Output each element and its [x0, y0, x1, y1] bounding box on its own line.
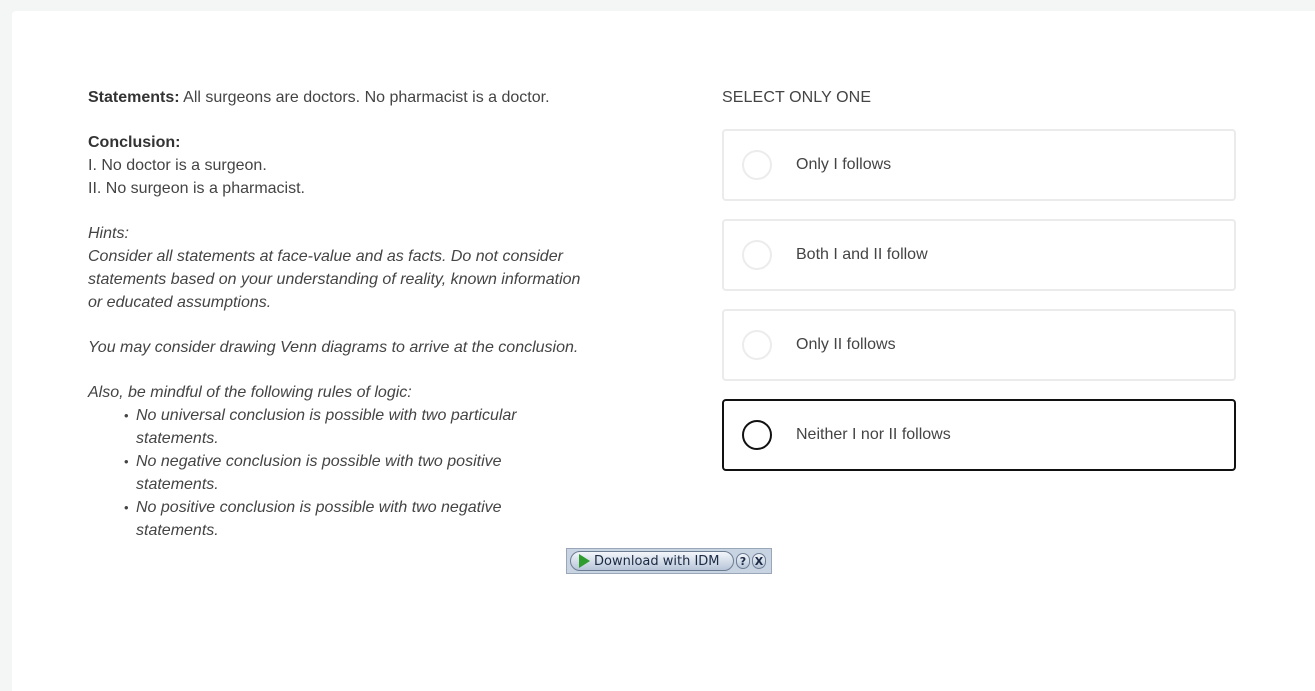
- answer-panel: SELECT ONLY ONE Only I follows Both I an…: [722, 86, 1236, 489]
- option-only-ii[interactable]: Only II follows: [722, 309, 1236, 381]
- rules-intro: Also, be mindful of the following rules …: [88, 384, 412, 401]
- idm-download-bar: Download with IDM ? X: [566, 548, 772, 574]
- close-icon[interactable]: X: [752, 553, 766, 569]
- help-icon[interactable]: ?: [736, 553, 750, 569]
- question-panel: Statements: All surgeons are doctors. No…: [88, 86, 588, 542]
- rule-item: No universal conclusion is possible with…: [124, 404, 588, 450]
- radio-icon[interactable]: [742, 330, 772, 360]
- statements-label: Statements:: [88, 89, 180, 106]
- conclusion-label: Conclusion:: [88, 134, 181, 151]
- rule-item: No negative conclusion is possible with …: [124, 450, 588, 496]
- select-only-one-label: SELECT ONLY ONE: [722, 89, 872, 106]
- statements: Statements: All surgeons are doctors. No…: [88, 86, 588, 109]
- option-label: Only I follows: [796, 156, 892, 173]
- play-icon: [579, 554, 590, 568]
- option-label: Both I and II follow: [796, 246, 928, 263]
- hints-label: Hints:: [88, 225, 129, 242]
- conclusion-1: I. No doctor is a surgeon.: [88, 157, 267, 174]
- option-label: Neither I nor II follows: [796, 426, 951, 443]
- idm-download-button[interactable]: Download with IDM: [570, 551, 734, 571]
- statements-text: All surgeons are doctors. No pharmacist …: [183, 89, 550, 106]
- option-both[interactable]: Both I and II follow: [722, 219, 1236, 291]
- radio-icon[interactable]: [742, 240, 772, 270]
- hints-text: Consider all statements at face-value an…: [88, 248, 581, 311]
- conclusion-2: II. No surgeon is a pharmacist.: [88, 180, 305, 197]
- option-label: Only II follows: [796, 336, 896, 353]
- rules-list: No universal conclusion is possible with…: [88, 404, 588, 542]
- rule-item: No positive conclusion is possible with …: [124, 496, 588, 542]
- option-only-i[interactable]: Only I follows: [722, 129, 1236, 201]
- radio-icon[interactable]: [742, 150, 772, 180]
- option-neither[interactable]: Neither I nor II follows: [722, 399, 1236, 471]
- radio-icon[interactable]: [742, 420, 772, 450]
- venn-hint: You may consider drawing Venn diagrams t…: [88, 339, 579, 356]
- hints: Hints: Consider all statements at face-v…: [88, 222, 588, 542]
- idm-download-label: Download with IDM: [594, 553, 720, 569]
